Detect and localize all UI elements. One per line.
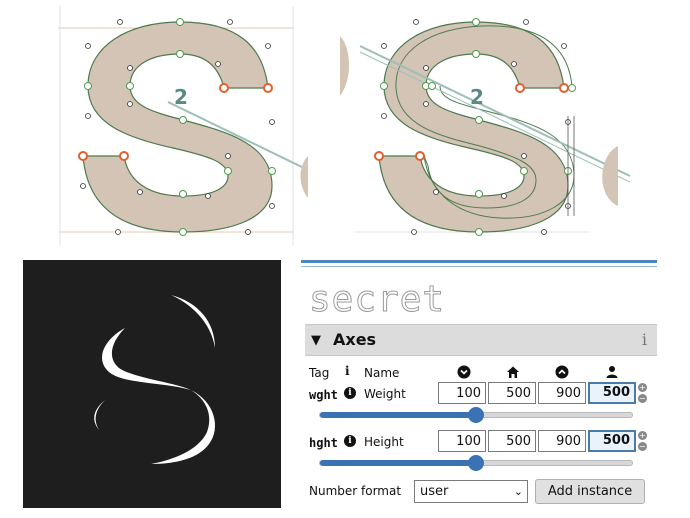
- axis-slider[interactable]: [319, 455, 633, 471]
- axis-tag: wght: [309, 388, 338, 402]
- glyph-number-left: 2: [174, 85, 188, 109]
- number-format-select[interactable]: user ⌄: [414, 480, 528, 503]
- info-icon[interactable]: i: [642, 330, 647, 349]
- glyph-editor-right[interactable]: 2: [340, 6, 630, 250]
- axis-slider-thumb[interactable]: [468, 455, 484, 471]
- chevron-up-circle-icon: [555, 365, 569, 379]
- axes-header[interactable]: ▼ Axes i: [305, 324, 657, 356]
- axis-info-icon[interactable]: i: [344, 387, 356, 399]
- panel-divider-secondary: [301, 266, 657, 267]
- chevron-down-circle-icon: [457, 365, 471, 379]
- axis-user-field[interactable]: 500: [588, 382, 636, 404]
- collapse-triangle-icon[interactable]: ▼: [311, 333, 321, 348]
- add-instance-button[interactable]: Add instance: [535, 479, 645, 504]
- increment-icon[interactable]: +: [638, 383, 647, 392]
- axis-stepper[interactable]: + −: [638, 431, 648, 453]
- axis-info-icon[interactable]: i: [344, 435, 356, 447]
- axis-default-field[interactable]: 500: [488, 382, 536, 404]
- panel-divider: [301, 260, 657, 263]
- column-header-info: i: [345, 364, 350, 378]
- increment-icon[interactable]: +: [638, 431, 647, 440]
- axis-tag: hght: [309, 436, 338, 450]
- axis-slider-fill: [320, 460, 476, 466]
- axis-max-field[interactable]: 900: [538, 430, 586, 452]
- axis-default-field[interactable]: 500: [488, 430, 536, 452]
- decrement-icon[interactable]: −: [638, 442, 647, 451]
- axis-name: Weight: [364, 387, 406, 401]
- axis-user-field[interactable]: 500: [588, 430, 636, 452]
- axes-title: Axes: [333, 330, 377, 349]
- column-header-name: Name: [364, 366, 400, 380]
- axes-panel: secret ▼ Axes i Tag i Name wght i Weight…: [301, 258, 657, 518]
- axis-name: Height: [364, 435, 404, 449]
- glyph-number-right: 2: [470, 85, 484, 109]
- axis-stepper[interactable]: + −: [638, 383, 648, 405]
- decrement-icon[interactable]: −: [638, 394, 647, 403]
- axis-max-field[interactable]: 900: [538, 382, 586, 404]
- chevron-down-icon: ⌄: [513, 485, 523, 498]
- user-icon: [606, 366, 618, 378]
- number-format-value: user: [420, 484, 449, 499]
- home-icon: [507, 366, 519, 378]
- column-header-tag: Tag: [309, 366, 330, 380]
- axis-slider[interactable]: [319, 407, 633, 423]
- preview-text[interactable]: secret: [308, 278, 445, 322]
- axis-min-field[interactable]: 100: [438, 430, 486, 452]
- axis-slider-thumb[interactable]: [468, 407, 484, 423]
- glyph-preview-dark: [23, 260, 281, 508]
- number-format-label: Number format: [309, 484, 402, 498]
- axis-slider-fill: [320, 412, 476, 418]
- glyph-editor-left[interactable]: 2: [58, 6, 308, 250]
- axis-min-field[interactable]: 100: [438, 382, 486, 404]
